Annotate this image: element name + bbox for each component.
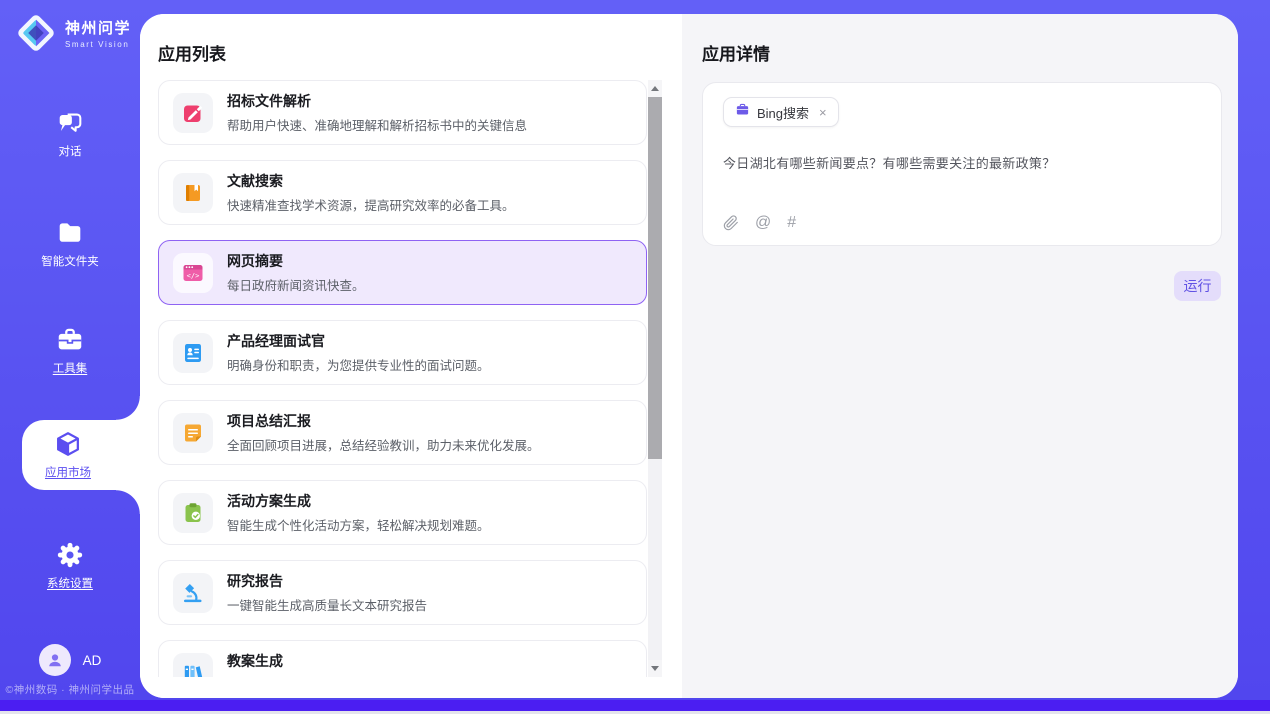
tool-chip-label: Bing搜索 <box>757 103 809 122</box>
books-icon <box>173 653 213 678</box>
microscope-icon <box>173 573 213 613</box>
app-list-item[interactable]: 产品经理面试官 明确身份和职责，为您提供专业性的面试问题。 <box>158 320 647 385</box>
app-detail-title: 应用详情 <box>702 40 770 65</box>
at-icon[interactable]: @ <box>755 214 771 232</box>
edit-square-icon <box>173 93 213 133</box>
tool-chip-bing-search[interactable]: Bing搜索 × <box>723 97 839 127</box>
close-icon[interactable]: × <box>819 106 827 119</box>
app-list-item[interactable]: 招标文件解析 帮助用户快速、准确地理解和解析招标书中的关键信息 <box>158 80 647 145</box>
app-detail-panel: 应用详情 Bing搜索 × 今日湖北有哪些新闻要点？有哪些需要关注的最新政策？ … <box>682 14 1238 698</box>
sidebar-item-label: 智能文件夹 <box>41 253 99 269</box>
sidebar-item-label: 系统设置 <box>47 575 93 591</box>
app-description: 智能生成个性化活动方案，轻松解决规划难题。 <box>227 515 490 534</box>
app-description: 快速精准查找学术资源，提高研究效率的必备工具。 <box>227 195 515 214</box>
logo-subtitle: Smart Vision <box>65 40 131 49</box>
user-account[interactable]: AD <box>0 644 140 676</box>
app-list-item[interactable]: 研究报告 一键智能生成高质量长文本研究报告 <box>158 560 647 625</box>
chat-icon <box>55 108 85 138</box>
app-description: 帮助用户快速、准确地理解和解析招标书中的关键信息 <box>227 115 527 134</box>
paperclip-icon[interactable] <box>723 215 739 231</box>
app-list-item[interactable]: 文献搜索 快速精准查找学术资源，提高研究效率的必备工具。 <box>158 160 647 225</box>
memo-icon <box>173 413 213 453</box>
bottom-accent-bar <box>0 700 1270 711</box>
hash-icon[interactable]: # <box>787 214 796 232</box>
app-name: 项目总结汇报 <box>227 411 540 431</box>
app-name: 招标文件解析 <box>227 91 527 111</box>
sidebar-item-label: 对话 <box>59 143 82 159</box>
app-description: 全面回顾项目进展，总结经验教训，助力未来优化发展。 <box>227 435 540 454</box>
app-list-title: 应用列表 <box>158 40 226 65</box>
scrollbar-down-arrow[interactable] <box>648 660 662 677</box>
main-container: 应用列表 招标文件解析 帮助用户快速、准确地理解和解析招标书中的关键信息 文献搜… <box>140 14 1238 698</box>
app-name: 网页摘要 <box>227 251 365 271</box>
prompt-card[interactable]: Bing搜索 × 今日湖北有哪些新闻要点？有哪些需要关注的最新政策？ @ # <box>702 82 1222 246</box>
sidebar-item-label: 工具集 <box>53 360 88 376</box>
app-list: 招标文件解析 帮助用户快速、准确地理解和解析招标书中的关键信息 文献搜索 快速精… <box>158 80 647 677</box>
app-list-item[interactable]: 教案生成 模板驱动，教案秒成，教学准备从此轻松快捷 <box>158 640 647 677</box>
app-name: 产品经理面试官 <box>227 331 490 351</box>
run-button[interactable]: 运行 <box>1174 271 1221 301</box>
diamond-logo-icon <box>14 11 58 55</box>
user-avatar-icon <box>39 644 71 676</box>
app-name: 文献搜索 <box>227 171 515 191</box>
user-name: AD <box>83 653 102 668</box>
sidebar-item-app-market[interactable]: 应用市场 <box>22 420 140 490</box>
app-description: 每日政府新闻资讯快查。 <box>227 275 365 294</box>
app-name: 活动方案生成 <box>227 491 490 511</box>
folder-icon <box>55 218 85 248</box>
sidebar: 神州问学 Smart Vision 对话 智能文件夹 工具集 应用市场 <box>0 0 140 700</box>
app-list-panel: 应用列表 招标文件解析 帮助用户快速、准确地理解和解析招标书中的关键信息 文献搜… <box>140 14 682 698</box>
scrollbar-up-arrow[interactable] <box>648 80 662 97</box>
resume-icon <box>173 333 213 373</box>
sidebar-item-label: 应用市场 <box>45 464 91 480</box>
scrollbar-thumb[interactable] <box>648 97 662 459</box>
app-list-item[interactable]: 活动方案生成 智能生成个性化活动方案，轻松解决规划难题。 <box>158 480 647 545</box>
clipboard-icon <box>173 493 213 533</box>
app-description: 明确身份和职责，为您提供专业性的面试问题。 <box>227 355 490 374</box>
composer-toolbar: @ # <box>723 214 796 232</box>
app-name: 教案生成 <box>227 651 477 671</box>
app-description: 模板驱动，教案秒成，教学准备从此轻松快捷 <box>227 675 477 677</box>
app-list-item[interactable]: 项目总结汇报 全面回顾项目进展，总结经验教训，助力未来优化发展。 <box>158 400 647 465</box>
app-description: 一键智能生成高质量长文本研究报告 <box>227 595 427 614</box>
sidebar-item-chat[interactable]: 对话 <box>0 108 140 160</box>
gear-icon <box>55 540 85 570</box>
sidebar-item-smart-folder[interactable]: 智能文件夹 <box>0 218 140 270</box>
toolbox-icon <box>55 325 85 355</box>
cube-icon <box>53 429 83 459</box>
app-list-item[interactable]: </> 网页摘要 每日政府新闻资讯快查。 <box>158 240 647 305</box>
app-list-scrollbar[interactable] <box>648 80 662 677</box>
app-logo: 神州问学 Smart Vision <box>14 11 131 55</box>
sidebar-item-settings[interactable]: 系统设置 <box>0 540 140 592</box>
logo-title: 神州问学 <box>65 17 131 38</box>
book-icon <box>173 173 213 213</box>
copyright-text: ©神州数码 · 神州问学出品 <box>0 682 140 697</box>
browser-code-icon: </> <box>173 253 213 293</box>
app-name: 研究报告 <box>227 571 427 591</box>
briefcase-icon <box>735 102 750 122</box>
svg-text:</>: </> <box>187 271 200 279</box>
prompt-text[interactable]: 今日湖北有哪些新闻要点？有哪些需要关注的最新政策？ <box>723 153 1201 172</box>
sidebar-item-toolkit[interactable]: 工具集 <box>0 325 140 377</box>
